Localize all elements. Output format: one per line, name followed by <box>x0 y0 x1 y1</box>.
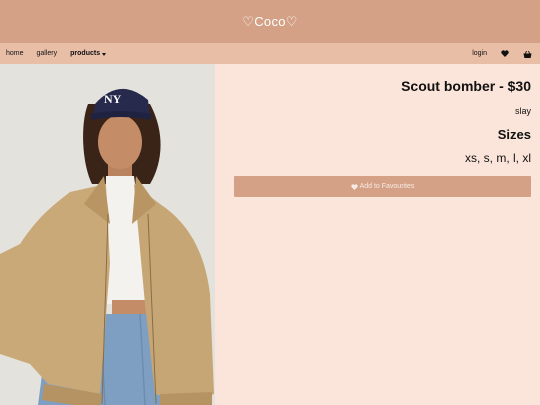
sizes-heading: Sizes <box>497 127 531 142</box>
caret-down-icon <box>102 52 107 56</box>
add-to-favourites-button[interactable]: Add to Favourites <box>234 176 531 197</box>
add-to-favourites-label: Add to Favourites <box>359 183 415 190</box>
nav-gallery-link[interactable]: gallery <box>37 50 58 57</box>
nav-products-dropdown[interactable]: products <box>70 50 107 57</box>
nav-products-label: products <box>70 50 101 57</box>
nav-bar: home gallery products login <box>0 43 540 64</box>
product-photo: NY <box>0 64 215 405</box>
main-content: NY Scout bomber - $30 slay Sizes xs, s, … <box>0 64 540 405</box>
nav-links: home gallery products <box>6 50 107 57</box>
model-illustration: NY <box>0 64 215 405</box>
product-description: slay <box>514 106 531 116</box>
heart-icon <box>350 183 358 190</box>
login-link[interactable]: login <box>472 50 487 57</box>
site-header: ♡Coco♡ <box>0 0 540 43</box>
brand-logo[interactable]: ♡Coco♡ <box>242 14 297 30</box>
nav-actions: login <box>472 50 534 58</box>
bag-icon[interactable] <box>523 50 532 58</box>
product-details: Scout bomber - $30 slay Sizes xs, s, m, … <box>215 64 540 405</box>
cap-logo-text: NY <box>104 92 122 106</box>
heart-icon[interactable] <box>501 50 509 57</box>
sizes-list: xs, s, m, l, xl <box>465 151 531 165</box>
product-title: Scout bomber - $30 <box>401 78 531 94</box>
nav-home-link[interactable]: home <box>6 50 24 57</box>
